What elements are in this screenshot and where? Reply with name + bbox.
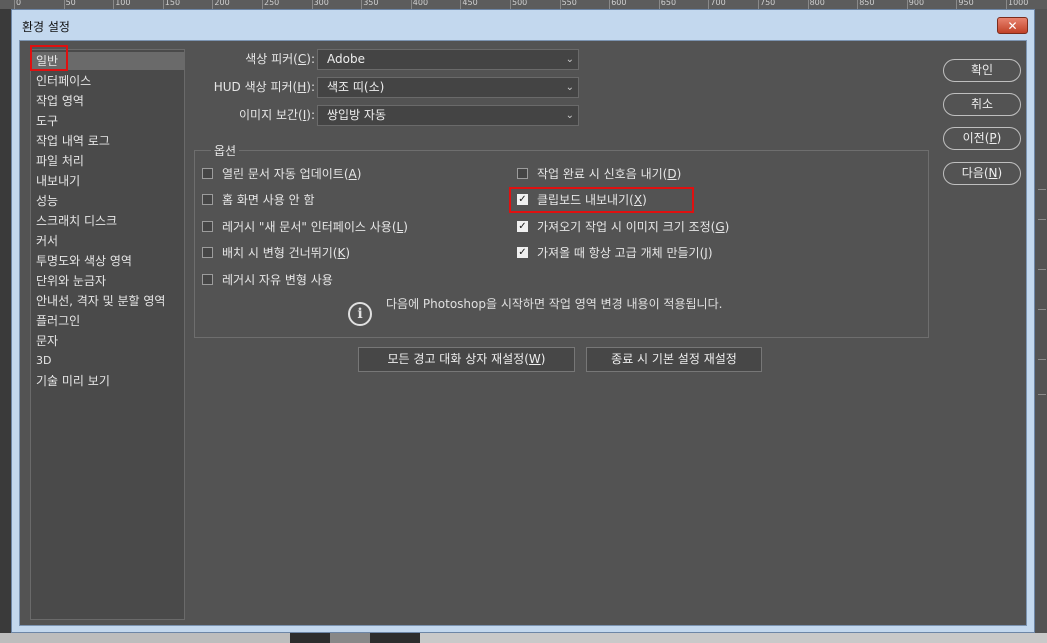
checkbox[interactable]	[202, 168, 213, 179]
ruler-tick	[559, 0, 561, 9]
preferences-dialog: 환경 설정 ✕ 일반 인터페이스 작업 영역 도구 작업 내역 로그 파일 처리…	[11, 9, 1035, 633]
close-icon: ✕	[1007, 19, 1018, 33]
sidebar-item-units-rulers[interactable]: 단위와 눈금자	[36, 272, 106, 290]
ruler-tick	[113, 0, 115, 9]
options-legend: 옵션	[211, 142, 240, 159]
sidebar-item-scratch-disks[interactable]: 스크래치 디스크	[36, 212, 117, 230]
info-icon: i	[348, 302, 372, 326]
options-group: 옵션 열린 문서 자동 업데이트(A) 홈 화면 사용 안 함 레거시 "새 문…	[194, 142, 929, 338]
hud-color-picker-select[interactable]: 색조 띠(소) ⌄	[317, 77, 579, 98]
chevron-down-icon: ⌄	[565, 110, 574, 121]
dialog-content: 일반 인터페이스 작업 영역 도구 작업 내역 로그 파일 처리 내보내기 성능…	[19, 40, 1027, 626]
image-interpolation-select[interactable]: 쌍입방 자동 ⌄	[317, 105, 579, 126]
ruler-tick-label: 350	[363, 0, 379, 7]
ruler-tick-label: 900	[908, 0, 925, 7]
ruler-tick	[708, 0, 710, 9]
checkbox[interactable]	[202, 247, 213, 258]
ruler-tick	[311, 0, 313, 9]
checkbox-checked[interactable]: ✓	[517, 247, 528, 258]
ruler-tick	[14, 0, 15, 9]
ruler-tick-label: 600	[611, 0, 627, 7]
ruler-tick-label: 850	[859, 0, 875, 7]
cancel-button[interactable]: 취소	[943, 93, 1021, 116]
window-title: 환경 설정	[22, 20, 70, 34]
top-ruler: 0 50 100 150 200 250 300 350 400 450 500 550 600 650 7…	[0, 0, 1047, 9]
sidebar-item-export[interactable]: 내보내기	[36, 172, 80, 190]
ruler-tick-label: 300	[313, 0, 329, 7]
sidebar-item-history-log[interactable]: 작업 내역 로그	[36, 132, 110, 150]
background-panel-strip	[1035, 9, 1047, 643]
sidebar-item-3d[interactable]: 3D	[36, 352, 51, 370]
ruler-tick	[906, 0, 908, 9]
ruler-tick-label: 750	[760, 0, 776, 7]
ruler-tick-label: 950	[958, 0, 974, 7]
chevron-down-icon: ⌄	[565, 54, 574, 65]
ruler-tick	[410, 0, 412, 9]
general-highlight-marker	[30, 45, 68, 71]
ruler-tick-label: 250	[264, 0, 280, 7]
sidebar-item-type[interactable]: 문자	[36, 332, 58, 350]
ruler-tick-label: 550	[561, 0, 577, 7]
ruler-tick-label: 450	[462, 0, 478, 7]
sidebar-item-transparency-gamut[interactable]: 투명도와 색상 영역	[36, 252, 132, 270]
sidebar-item-plugins[interactable]: 플러그인	[36, 312, 80, 330]
reset-all-warnings-button[interactable]: 모든 경고 대화 상자 재설정(W)	[358, 347, 575, 372]
reset-preferences-on-quit-button[interactable]: 종료 시 기본 설정 재설정	[586, 347, 762, 372]
checkbox-checked[interactable]: ✓	[517, 221, 528, 232]
ruler-tick	[460, 0, 462, 9]
ruler-tick	[807, 0, 809, 9]
ruler-tick	[361, 0, 363, 9]
ruler-tick-label: 400	[412, 0, 429, 7]
sidebar-item-guides-grid-slices[interactable]: 안내선, 격자 및 분할 영역	[36, 292, 165, 310]
ruler-tick-label: 100	[115, 0, 131, 7]
checkbox[interactable]	[202, 194, 213, 205]
next-button[interactable]: 다음(N)	[943, 162, 1021, 185]
previous-button[interactable]: 이전(P)	[943, 127, 1021, 150]
sidebar-item-file-handling[interactable]: 파일 처리	[36, 152, 84, 170]
checkbox[interactable]	[202, 221, 213, 232]
close-button[interactable]: ✕	[997, 17, 1028, 34]
clipboard-highlight-marker	[509, 187, 694, 213]
ruler-tick	[262, 0, 263, 9]
ruler-tick	[857, 0, 859, 9]
ok-button[interactable]: 확인	[943, 59, 1021, 82]
ruler-tick	[956, 0, 958, 9]
checkbox[interactable]	[202, 274, 213, 285]
ruler-tick	[758, 0, 759, 9]
image-interpolation-label: 이미지 보간(I):	[239, 108, 315, 122]
sidebar-item-interface[interactable]: 인터페이스	[36, 72, 91, 90]
ruler-tick-label: 0	[16, 0, 22, 7]
ruler-tick	[212, 0, 214, 9]
checkbox[interactable]	[517, 168, 528, 179]
ruler-tick	[63, 0, 65, 9]
color-picker-select[interactable]: Adobe ⌄	[317, 49, 579, 70]
category-list: 일반 인터페이스 작업 영역 도구 작업 내역 로그 파일 처리 내보내기 성능…	[30, 49, 185, 620]
ruler-tick	[510, 0, 511, 9]
chevron-down-icon: ⌄	[565, 82, 574, 93]
sidebar-item-workspace[interactable]: 작업 영역	[36, 92, 84, 110]
ruler-tick-label: 50	[65, 0, 76, 7]
title-bar: 환경 설정 ✕	[12, 10, 1034, 40]
ruler-tick-label: 200	[214, 0, 230, 7]
sidebar-item-technology-previews[interactable]: 기술 미리 보기	[36, 372, 110, 390]
ruler-tick-label: 800	[809, 0, 825, 7]
workspace-info-text: 다음에 Photoshop을 시작하면 작업 영역 변경 내용이 적용됩니다.	[386, 297, 723, 311]
background-canvas-strip	[0, 633, 1047, 643]
color-picker-label: 색상 피커(C):	[245, 52, 315, 66]
ruler-tick-label: 650	[660, 0, 677, 7]
ruler-tick-label: 500	[512, 0, 528, 7]
hud-color-picker-label: HUD 색상 피커(H):	[213, 80, 315, 94]
ruler-tick	[658, 0, 660, 9]
ruler-tick	[1006, 0, 1007, 9]
sidebar-item-cursors[interactable]: 커서	[36, 232, 58, 250]
ruler-tick	[609, 0, 611, 9]
ruler-tick-label: 700	[710, 0, 726, 7]
sidebar-item-tools[interactable]: 도구	[36, 112, 58, 130]
ruler-tick-label: 1000	[1008, 0, 1029, 7]
ruler-tick-label: 150	[164, 0, 181, 7]
sidebar-item-performance[interactable]: 성능	[36, 192, 58, 210]
ruler-tick	[162, 0, 164, 9]
